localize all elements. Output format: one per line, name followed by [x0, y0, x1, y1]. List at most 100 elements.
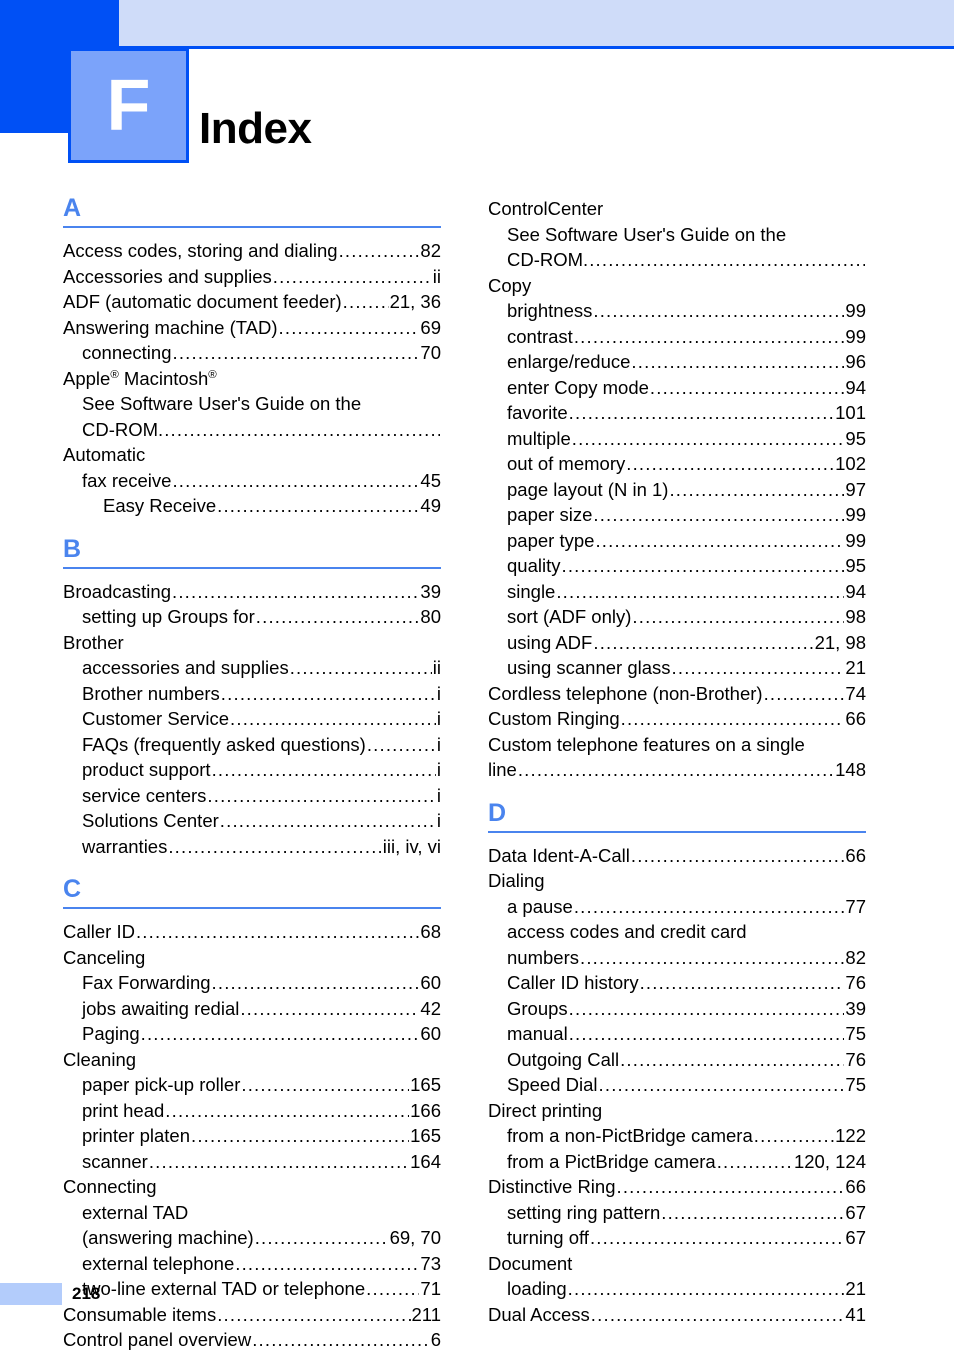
index-entry-page: 21, 98: [814, 631, 866, 653]
index-entry[interactable]: Paging 60: [63, 1021, 441, 1047]
index-entry[interactable]: connecting 70: [63, 340, 441, 366]
index-entry[interactable]: Outgoing Call 76: [488, 1047, 866, 1073]
index-entry[interactable]: Caller ID 68: [63, 919, 441, 945]
index-entry[interactable]: quality 95: [488, 553, 866, 579]
index-entry-text: a pause: [507, 895, 573, 917]
index-entry[interactable]: a pause 77: [488, 894, 866, 920]
index-entry[interactable]: accessories and supplies ii: [63, 655, 441, 681]
index-entry[interactable]: Cordless telephone (non-Brother) 74: [488, 681, 866, 707]
index-entry[interactable]: (answering machine) 69, 70: [63, 1225, 441, 1251]
index-entry[interactable]: enlarge/reduce 96: [488, 349, 866, 375]
index-entry[interactable]: Apple® Macintosh®: [63, 366, 441, 392]
index-entry[interactable]: from a non-PictBridge camera 122: [488, 1123, 866, 1149]
index-entry[interactable]: line 148: [488, 757, 866, 783]
index-entry[interactable]: page layout (N in 1) 97: [488, 477, 866, 503]
index-entry[interactable]: paper size 99: [488, 502, 866, 528]
index-entry[interactable]: paper pick-up roller 165: [63, 1072, 441, 1098]
index-entry[interactable]: Fax Forwarding 60: [63, 970, 441, 996]
index-entry[interactable]: sort (ADF only) 98: [488, 604, 866, 630]
index-entry[interactable]: Answering machine (TAD) 69: [63, 315, 441, 341]
index-entry[interactable]: ADF (automatic document feeder) 21, 36: [63, 289, 441, 315]
index-entry-text: paper pick-up roller: [82, 1074, 241, 1095]
dot-leader: [717, 1149, 793, 1175]
index-entry[interactable]: CD-ROM.: [488, 247, 866, 273]
index-entry[interactable]: Brother numbers i: [63, 681, 441, 707]
dot-leader: [590, 1225, 844, 1251]
index-entry[interactable]: Dialing: [488, 868, 866, 894]
index-entry[interactable]: jobs awaiting redial 42: [63, 996, 441, 1022]
index-entry[interactable]: access codes and credit card: [488, 919, 866, 945]
index-entry[interactable]: Data Ident-A-Call 66: [488, 843, 866, 869]
index-entry[interactable]: print head 166: [63, 1098, 441, 1124]
index-entry[interactable]: Broadcasting 39: [63, 579, 441, 605]
index-entry[interactable]: fax receive 45: [63, 468, 441, 494]
index-entry[interactable]: two-line external TAD or telephone 71: [63, 1276, 441, 1302]
index-entry[interactable]: Custom telephone features on a single: [488, 732, 866, 758]
index-entry-page: iii, iv, vi: [382, 835, 441, 857]
index-entry[interactable]: enter Copy mode 94: [488, 375, 866, 401]
dot-leader: [252, 1327, 430, 1353]
index-entry[interactable]: Consumable items 211: [63, 1302, 441, 1328]
index-entry[interactable]: using ADF 21, 98: [488, 630, 866, 656]
index-entry[interactable]: ControlCenter: [488, 196, 866, 222]
dot-leader: [141, 1021, 420, 1047]
index-entry[interactable]: contrast 99: [488, 324, 866, 350]
index-entry[interactable]: brightness 99: [488, 298, 866, 324]
index-entry[interactable]: service centers i: [63, 783, 441, 809]
index-entry[interactable]: manual 75: [488, 1021, 866, 1047]
index-entry[interactable]: setting up Groups for 80: [63, 604, 441, 630]
index-entry-page: i: [436, 733, 441, 755]
index-entry[interactable]: See Software User's Guide on the: [63, 391, 441, 417]
index-entry[interactable]: FAQs (frequently asked questions) i: [63, 732, 441, 758]
index-entry[interactable]: Brother: [63, 630, 441, 656]
index-entry[interactable]: external TAD: [63, 1200, 441, 1226]
index-entry[interactable]: out of memory 102: [488, 451, 866, 477]
index-entry-text: Access codes, storing and dialing: [63, 240, 338, 261]
index-entry[interactable]: paper type 99: [488, 528, 866, 554]
index-entry[interactable]: Canceling: [63, 945, 441, 971]
index-entry[interactable]: Cleaning: [63, 1047, 441, 1073]
index-entry[interactable]: Groups 39: [488, 996, 866, 1022]
index-entry[interactable]: Automatic: [63, 442, 441, 468]
index-entry[interactable]: Control panel overview 6: [63, 1327, 441, 1353]
dot-leader: [290, 655, 432, 681]
index-entry[interactable]: Distinctive Ring 66: [488, 1174, 866, 1200]
index-entry[interactable]: Speed Dial 75: [488, 1072, 866, 1098]
index-entry[interactable]: loading 21: [488, 1276, 866, 1302]
index-entry[interactable]: Custom Ringing 66: [488, 706, 866, 732]
dot-leader: [339, 238, 420, 264]
index-entry[interactable]: Connecting: [63, 1174, 441, 1200]
index-entry[interactable]: See Software User's Guide on the: [488, 222, 866, 248]
index-entry[interactable]: setting ring pattern 67: [488, 1200, 866, 1226]
index-entry[interactable]: favorite 101: [488, 400, 866, 426]
index-entry[interactable]: warranties iii, iv, vi: [63, 834, 441, 860]
index-entry[interactable]: scanner 164: [63, 1149, 441, 1175]
index-entry[interactable]: Direct printing: [488, 1098, 866, 1124]
index-entry[interactable]: CD-ROM.: [63, 417, 441, 443]
index-entry[interactable]: external telephone 73: [63, 1251, 441, 1277]
index-entry[interactable]: Solutions Center i: [63, 808, 441, 834]
index-entry[interactable]: numbers 82: [488, 945, 866, 971]
index-entry[interactable]: printer platen 165: [63, 1123, 441, 1149]
dot-leader: [241, 1072, 409, 1098]
index-entry-page: 102: [835, 453, 866, 474]
index-entry[interactable]: Easy Receive 49: [63, 493, 441, 519]
index-entry[interactable]: Customer Service i: [63, 706, 441, 732]
index-entry[interactable]: turning off 67: [488, 1225, 866, 1251]
index-entry[interactable]: product support i: [63, 757, 441, 783]
index-entry[interactable]: Caller ID history 76: [488, 970, 866, 996]
index-entry[interactable]: Dual Access 41: [488, 1302, 866, 1328]
dot-leader: [220, 808, 436, 834]
index-entry-text: manual: [507, 1023, 568, 1044]
index-entry[interactable]: Access codes, storing and dialing 82: [63, 238, 441, 264]
index-entry[interactable]: Document: [488, 1251, 866, 1277]
index-entry[interactable]: multiple 95: [488, 426, 866, 452]
dot-leader: [172, 579, 419, 605]
index-entry[interactable]: Copy: [488, 273, 866, 299]
index-entry[interactable]: using scanner glass 21: [488, 655, 866, 681]
index-entry[interactable]: Accessories and supplies ii: [63, 264, 441, 290]
index-entry[interactable]: single 94: [488, 579, 866, 605]
index-entry[interactable]: from a PictBridge camera 120, 124: [488, 1149, 866, 1175]
index-entry-text: Customer Service: [82, 708, 230, 729]
index-entry-page: 75: [845, 1023, 866, 1044]
